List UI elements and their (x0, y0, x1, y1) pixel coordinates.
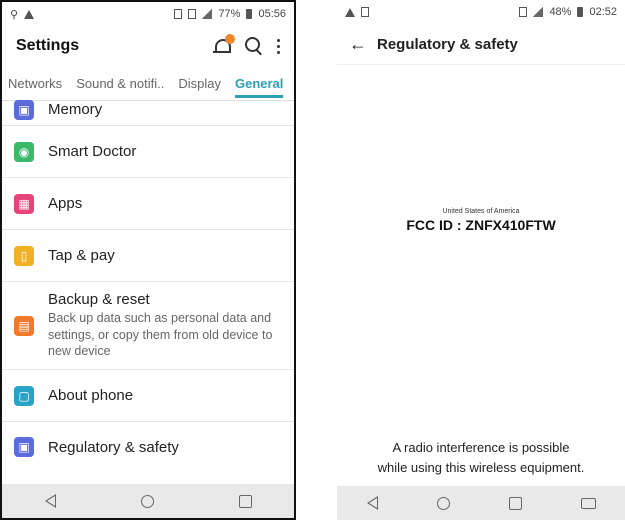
fcc-country: United States of America (442, 208, 520, 215)
app-bar: Settings (2, 26, 294, 66)
back-icon[interactable] (44, 494, 56, 508)
notice-line-2: while using this wireless equipment. (377, 459, 585, 475)
warning-icon (24, 9, 35, 19)
back-icon[interactable] (366, 496, 378, 510)
list-item-apps[interactable]: ▦ Apps (2, 178, 294, 230)
sd-card-icon (361, 7, 369, 17)
memory-icon: ▣ (14, 99, 34, 120)
home-icon[interactable] (436, 496, 450, 510)
mute-icon (519, 7, 528, 17)
status-bar: ⚲ 77% 05:56 (2, 2, 294, 26)
item-label: About phone (48, 387, 134, 404)
apps-icon: ▦ (14, 193, 34, 214)
clock: 02:52 (589, 6, 617, 18)
recent-apps-icon[interactable] (508, 496, 522, 510)
regulatory-icon: ▣ (14, 437, 34, 457)
tab-display[interactable]: Display (178, 76, 221, 91)
navigation-bar (2, 484, 294, 518)
mute-icon (188, 9, 197, 19)
navigation-bar (337, 486, 625, 520)
item-label: Tap & pay (48, 247, 115, 264)
list-item-tap-pay[interactable]: ▯ Tap & pay (2, 230, 294, 282)
battery-percent: 48% (549, 6, 572, 18)
fcc-label: United States of America FCC ID : ZNFX41… (337, 208, 625, 233)
page-title: Regulatory & safety (377, 35, 518, 53)
list-item-about-phone[interactable]: ▢ About phone (2, 370, 294, 422)
notice-line-1: A radio interference is possible (392, 440, 570, 455)
regulatory-screen: 48% 02:52 ← Regulatory & safety United S… (337, 0, 625, 520)
smart-doctor-icon: ◉ (14, 141, 34, 162)
battery-icon (577, 7, 584, 17)
settings-list: ▣ Memory ◉ Smart Doctor ▦ Apps ▯ Tap & p… (2, 99, 294, 472)
item-label: Apps (48, 195, 83, 212)
signal-icon (202, 9, 213, 19)
item-label: Smart Doctor (48, 143, 137, 160)
usb-icon: ⚲ (10, 8, 19, 21)
app-bar: ← Regulatory & safety (337, 24, 625, 65)
notification-bell-icon[interactable] (213, 34, 235, 56)
list-item-backup-reset[interactable]: ▤ Backup & reset Back up data such as pe… (2, 282, 294, 370)
dual-window-icon[interactable] (580, 497, 596, 509)
about-phone-icon: ▢ (14, 385, 34, 406)
nfc-icon (174, 9, 183, 19)
battery-icon (246, 9, 253, 19)
signal-icon (533, 7, 544, 17)
tab-sound-notifications[interactable]: Sound & notifi.. (76, 76, 164, 91)
tab-networks[interactable]: Networks (8, 76, 62, 91)
search-icon[interactable] (245, 37, 263, 56)
fcc-id: FCC ID : ZNFX410FTW (406, 217, 556, 233)
page-title: Settings (16, 37, 80, 54)
item-label: Backup & reset (48, 290, 150, 308)
list-item-regulatory-safety[interactable]: ▣ Regulatory & safety (2, 422, 294, 472)
home-icon[interactable] (140, 494, 154, 508)
list-item-memory[interactable]: ▣ Memory (2, 94, 294, 126)
battery-percent: 77% (218, 8, 241, 20)
recent-apps-icon[interactable] (238, 494, 252, 508)
list-item-smart-doctor[interactable]: ◉ Smart Doctor (2, 126, 294, 178)
backup-icon: ▤ (14, 315, 34, 336)
clock: 05:56 (258, 8, 286, 20)
warning-icon (345, 7, 355, 17)
more-options-icon[interactable] (277, 38, 280, 54)
back-arrow-icon[interactable]: ← (349, 34, 367, 55)
status-bar: 48% 02:52 (337, 0, 625, 24)
item-label: Regulatory & safety (48, 438, 179, 456)
item-label: Memory (48, 101, 103, 118)
interference-notice: A radio interference is possible while u… (337, 438, 625, 477)
settings-screen: ⚲ 77% 05:56 Settings Networks Sound & no… (0, 0, 296, 520)
item-description: Back up data such as personal data and s… (48, 310, 273, 359)
tap-pay-icon: ▯ (14, 245, 34, 266)
